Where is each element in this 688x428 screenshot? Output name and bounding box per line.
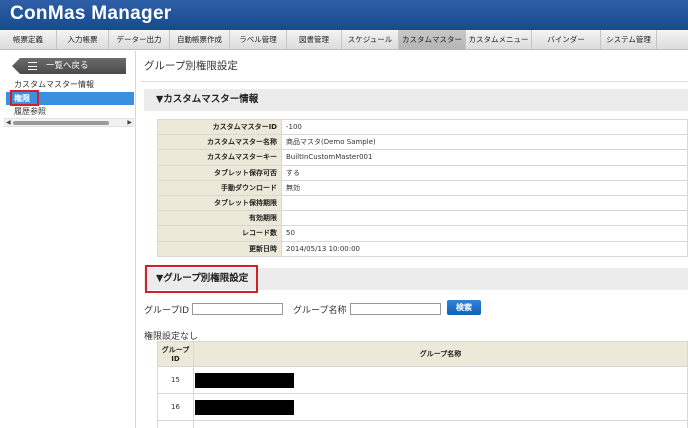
- tab-custom-master[interactable]: カスタムマスター: [399, 30, 466, 50]
- group-name-cell: [193, 393, 688, 421]
- section-header-master-info: ▼カスタムマスター情報: [144, 89, 688, 111]
- highlight-box-group-permissions: [145, 265, 258, 293]
- group-id-cell: [157, 420, 194, 428]
- info-value: [281, 194, 688, 212]
- table-row: タブレット保持期限: [157, 194, 688, 212]
- table-row: カスタムマスターキー BuiltInCustomMaster001: [157, 149, 688, 166]
- table-row[interactable]: [157, 420, 688, 428]
- tab-system-management[interactable]: システム管理: [601, 30, 657, 50]
- info-key: タブレット保持期限: [157, 194, 282, 212]
- sidebar: 一覧へ戻る カスタムマスター情報 権限 履歴参照 ◀ ▶: [0, 51, 136, 428]
- group-name-cell: [193, 366, 688, 394]
- sidebar-item-history[interactable]: 履歴参照: [6, 105, 134, 118]
- master-info-table: カスタムマスターID -100 カスタムマスター名称 商品マスタ(Demo Samp…: [157, 118, 688, 257]
- group-id-cell: 15: [157, 366, 194, 394]
- table-header-row: グループ ID グループ名称: [157, 341, 688, 367]
- info-key: カスタムマスターキー: [157, 149, 282, 166]
- info-value: -100: [281, 118, 688, 136]
- info-value: 無効: [281, 179, 688, 196]
- table-row: 有効期限: [157, 210, 688, 227]
- column-header-group-id: グループ ID: [157, 341, 194, 367]
- back-to-list-label: 一覧へ戻る: [46, 61, 89, 71]
- tab-form-definition[interactable]: 帳票定義: [0, 30, 57, 50]
- group-name-input[interactable]: [349, 303, 441, 315]
- title-divider: [141, 81, 688, 82]
- table-row: カスタムマスター名称 商品マスタ(Demo Sample): [157, 134, 688, 151]
- info-value: 商品マスタ(Demo Sample): [281, 134, 688, 151]
- main-tab-bar: 帳票定義 入力帳票 データー出力 自動帳票作成 ラベル管理 図書管理 スケジュー…: [0, 30, 688, 50]
- redacted-block: [195, 399, 294, 415]
- group-id-cell: 16: [157, 393, 194, 421]
- column-header-group-name: グループ名称: [193, 341, 688, 367]
- tab-binder[interactable]: バインダー: [532, 30, 601, 50]
- scroll-left-arrow-icon[interactable]: ◀: [6, 119, 11, 126]
- redacted-block: [195, 372, 294, 388]
- search-button[interactable]: 検索: [447, 300, 481, 315]
- group-name-cell: [193, 420, 688, 428]
- app-titlebar: ConMas Manager: [0, 0, 688, 30]
- tab-input-forms[interactable]: 入力帳票: [57, 30, 109, 50]
- table-row: タブレット保存可否 する: [157, 164, 688, 181]
- info-key: 更新日時: [157, 240, 282, 257]
- highlight-box-permissions: [10, 90, 39, 106]
- info-value: [281, 210, 688, 227]
- list-icon: [28, 62, 37, 70]
- scrollbar-thumb[interactable]: [13, 121, 109, 125]
- tab-auto-form-creation[interactable]: 自動帳票作成: [170, 30, 230, 50]
- group-search-row: グループID グループ名称: [144, 301, 441, 317]
- table-row: カスタムマスターID -100: [157, 118, 688, 136]
- info-value: 50: [281, 225, 688, 242]
- info-key: 手動ダウンロード: [157, 179, 282, 196]
- groups-table: グループ ID グループ名称 15 16: [157, 341, 688, 428]
- table-row: レコード数 50: [157, 225, 688, 242]
- table-row[interactable]: 16: [157, 393, 688, 421]
- table-row: 更新日時 2014/05/13 10:00:00: [157, 240, 688, 257]
- app-title: ConMas Manager: [10, 3, 172, 24]
- info-key: レコード数: [157, 225, 282, 242]
- info-value: 2014/05/13 10:00:00: [281, 240, 688, 257]
- info-value: BuiltInCustomMaster001: [281, 149, 688, 166]
- tab-data-output[interactable]: データー出力: [109, 30, 170, 50]
- info-key: タブレット保存可否: [157, 164, 282, 181]
- group-name-label: グループ名称: [293, 305, 347, 316]
- page-title: グループ別権限設定: [144, 60, 238, 72]
- info-key: カスタムマスターID: [157, 118, 282, 136]
- sidebar-horizontal-scrollbar[interactable]: ◀ ▶: [4, 118, 134, 127]
- info-key: カスタムマスター名称: [157, 134, 282, 151]
- group-id-header-line2: ID: [171, 355, 180, 363]
- tab-library-management[interactable]: 図書管理: [287, 30, 342, 50]
- table-row[interactable]: 15: [157, 366, 688, 394]
- tab-custom-menu[interactable]: カスタムメニュー: [466, 30, 532, 50]
- info-value: する: [281, 164, 688, 181]
- group-id-label: グループID: [144, 305, 190, 316]
- table-row: 手動ダウンロード 無効: [157, 179, 688, 196]
- group-id-input[interactable]: [192, 303, 284, 315]
- tab-label-management[interactable]: ラベル管理: [230, 30, 287, 50]
- group-id-header-line1: グループ: [161, 346, 190, 354]
- back-to-list-button[interactable]: 一覧へ戻る: [12, 58, 126, 74]
- scroll-right-arrow-icon[interactable]: ▶: [127, 119, 132, 126]
- tab-schedule[interactable]: スケジュール: [342, 30, 399, 50]
- info-key: 有効期限: [157, 210, 282, 227]
